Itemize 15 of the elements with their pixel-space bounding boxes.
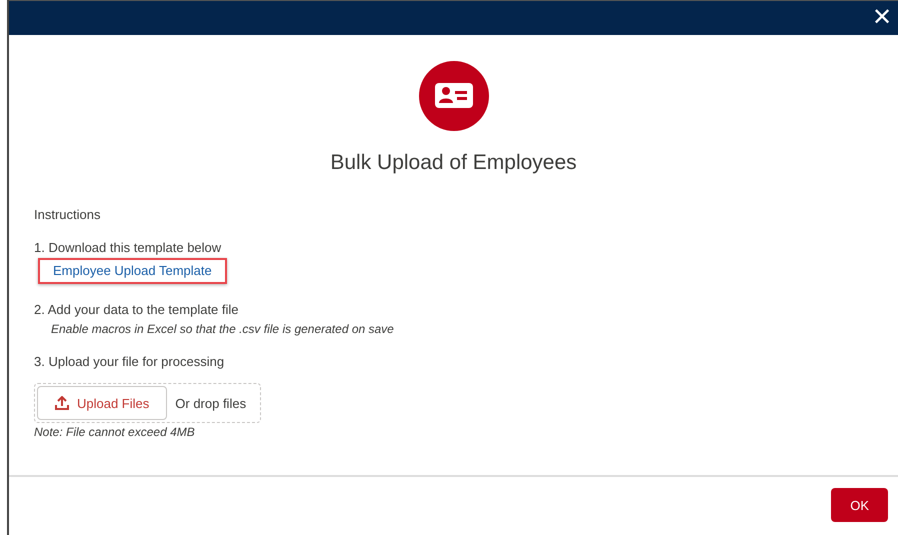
step-text: 1. Download this template below (34, 240, 222, 255)
file-drop-zone[interactable]: Upload Files Or drop files (34, 383, 262, 423)
upload-files-button[interactable]: Upload Files (37, 386, 168, 420)
step-text: 2. Add your data to the template file (34, 302, 239, 317)
drop-files-label: Or drop files (175, 396, 248, 410)
template-link[interactable]: Employee Upload Template (38, 258, 227, 284)
id-card-icon (418, 61, 488, 131)
file-size-note: Note: File cannot exceed 4MB (34, 425, 195, 439)
instructions-heading: Instructions (34, 207, 102, 222)
step-hint: Enable macros in Excel so that the .csv file is generated on save (51, 322, 394, 336)
dialog-title: Bulk Upload of Employees (330, 151, 577, 175)
upload-icon (55, 396, 69, 410)
step-text: 3. Upload your file for processing (34, 354, 224, 369)
close-button[interactable]: ✕ (866, 6, 898, 30)
ok-button[interactable]: OK (831, 488, 888, 522)
